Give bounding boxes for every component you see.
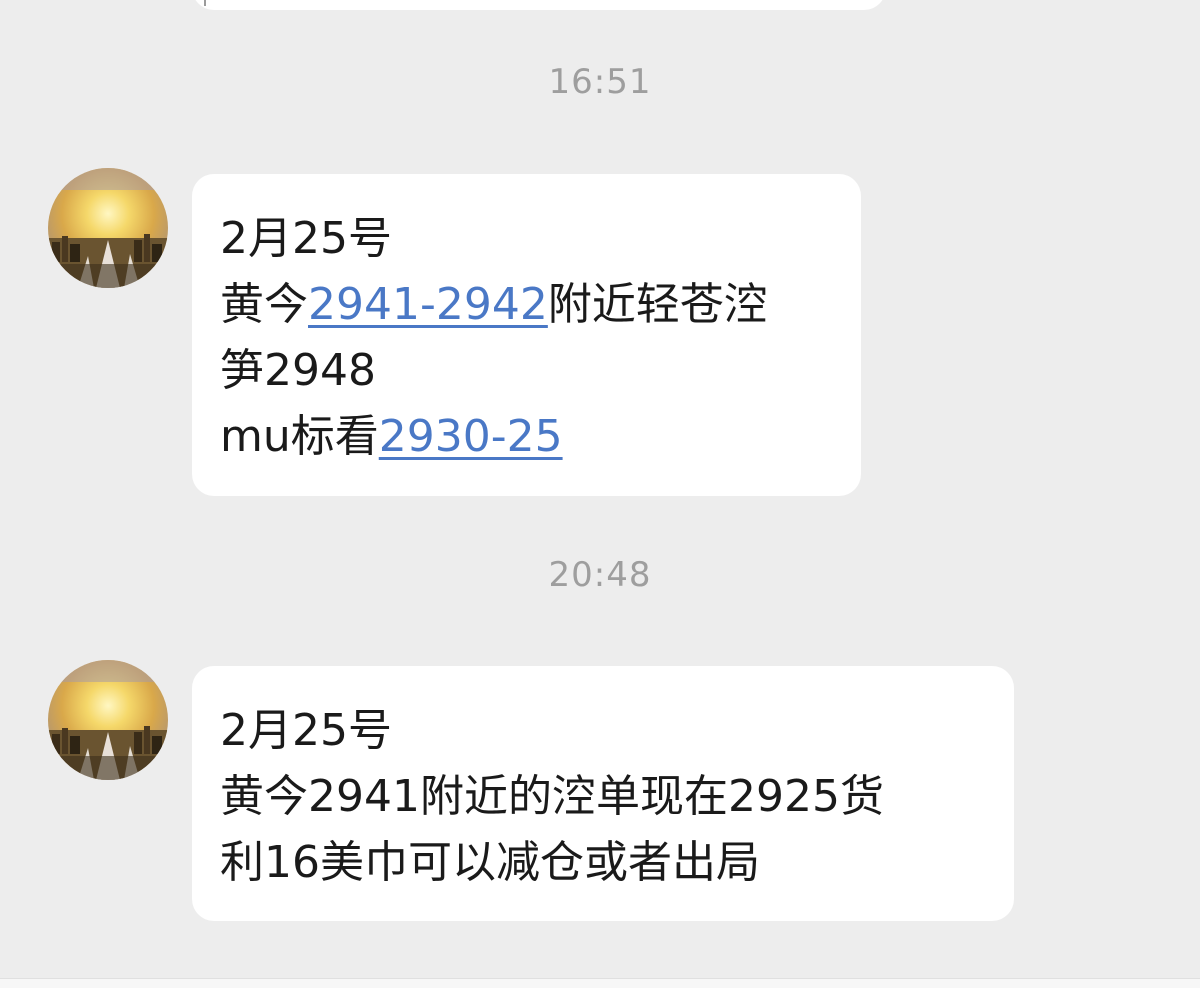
phone-number-link[interactable]: 2941-2942 [308, 279, 548, 330]
message-text: mu标看 [220, 411, 379, 462]
message-text: 黄今 [220, 279, 308, 330]
previous-message-fragment [204, 0, 206, 6]
timestamp: 20:48 [548, 555, 652, 595]
message-bubble[interactable]: 2月25号 黄今2941附近的涳单现在2925货 利16美巾可以减仓或者出局 [192, 666, 1014, 921]
sender-avatar[interactable] [48, 660, 168, 780]
chat-screen: 16:51 2月25号 黄今2941-2942附近轻苍涳 笋2948 mu标看2… [0, 0, 1200, 988]
message-text: 附近轻苍涳 [547, 279, 768, 330]
timestamp: 16:51 [548, 62, 652, 102]
message-line: 黄今2941-2942附近轻苍涳 [220, 272, 833, 338]
message-line: mu标看2930-25 [220, 404, 833, 470]
input-bar-edge [0, 978, 1200, 988]
message-bubble[interactable]: 2月25号 黄今2941-2942附近轻苍涳 笋2948 mu标看2930-25 [192, 174, 861, 496]
sender-avatar[interactable] [48, 168, 168, 288]
phone-number-link[interactable]: 2930-25 [379, 411, 563, 462]
sunset-city-avatar-icon [48, 660, 168, 780]
message-line: 利16美巾可以减仓或者出局 [220, 837, 760, 888]
message-line: 2月25号 [220, 213, 392, 264]
message-line: 笋2948 [220, 345, 376, 396]
previous-message-bubble[interactable] [192, 0, 886, 10]
message-line: 2月25号 [220, 705, 392, 756]
message-line: 黄今2941附近的涳单现在2925货 [220, 771, 884, 822]
sunset-city-avatar-icon [48, 168, 168, 288]
